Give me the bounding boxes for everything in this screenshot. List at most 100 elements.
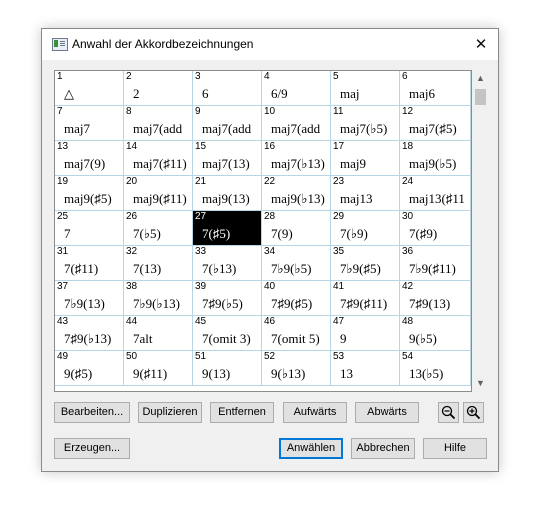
- chord-number: 41: [333, 281, 345, 292]
- chord-cell[interactable]: 1 △: [55, 71, 124, 106]
- chord-symbol: maj7(♭13): [271, 156, 325, 171]
- chord-number: 14: [126, 141, 138, 152]
- chord-symbol: maj7(13): [202, 156, 250, 171]
- chord-cell[interactable]: 28 7(9): [262, 211, 331, 246]
- chord-number: 28: [264, 211, 276, 222]
- chord-symbol: 7♭9(♯5): [340, 261, 381, 276]
- scroll-thumb[interactable]: [475, 89, 486, 105]
- chord-cell[interactable]: 9 maj7(add: [193, 106, 262, 141]
- chord-cell[interactable]: 17 maj9: [331, 141, 400, 176]
- chord-cell[interactable]: 14 maj7(♯11): [124, 141, 193, 176]
- chord-symbol: 7alt: [133, 331, 153, 346]
- chord-symbol: maj7(9): [64, 156, 106, 171]
- generate-button[interactable]: Erzeugen...: [54, 438, 130, 459]
- title-bar[interactable]: Anwahl der Akkordbezeichnungen ✕: [42, 29, 498, 60]
- chord-names-dialog: Anwahl der Akkordbezeichnungen ✕ 1 △ 2 2 3 6 4…: [41, 28, 499, 472]
- chord-symbol: 7♯9(♯11): [340, 296, 388, 311]
- chord-cell[interactable]: 22 maj9(♭13): [262, 176, 331, 211]
- chord-cell[interactable]: 33 7(♭13): [193, 246, 262, 281]
- scroll-down-icon[interactable]: ▼: [472, 375, 489, 392]
- chord-cell[interactable]: 34 7♭9(♭5): [262, 246, 331, 281]
- chord-cell[interactable]: 22: [124, 71, 193, 106]
- chord-number: 48: [402, 316, 414, 327]
- chord-symbol: maj13(♯11: [409, 191, 465, 206]
- chord-cell[interactable]: 24 maj13(♯11: [400, 176, 471, 211]
- chord-cell[interactable]: 39 7♯9(♭5): [193, 281, 262, 316]
- chord-cell[interactable]: 36 7♭9(♯11): [400, 246, 471, 281]
- zoom-in-button[interactable]: [463, 402, 484, 423]
- chord-cell[interactable]: 32 7(13): [124, 246, 193, 281]
- chord-cell[interactable]: 10 maj7(add: [262, 106, 331, 141]
- chord-cell[interactable]: 49 9(♯5): [55, 351, 124, 386]
- chord-cell[interactable]: 45 7(omit 3): [193, 316, 262, 351]
- chord-number: 33: [195, 246, 207, 257]
- chord-cell[interactable]: 8 maj7(add: [124, 106, 193, 141]
- chord-cell[interactable]: 13 maj7(9): [55, 141, 124, 176]
- chord-cell[interactable]: 30 7(♯9): [400, 211, 471, 246]
- chord-cell[interactable]: 5 maj: [331, 71, 400, 106]
- chord-cell[interactable]: 40 7♯9(♯5): [262, 281, 331, 316]
- chord-cell[interactable]: 27 7(♯5): [193, 211, 262, 246]
- chord-cell[interactable]: 29 7(♭9): [331, 211, 400, 246]
- select-button[interactable]: Anwählen: [279, 438, 343, 459]
- cancel-button[interactable]: Abbrechen: [351, 438, 415, 459]
- chord-number: 29: [333, 211, 345, 222]
- chord-cell[interactable]: 26 7(♭5): [124, 211, 193, 246]
- chord-cell[interactable]: 4 6/9: [262, 71, 331, 106]
- chord-cell[interactable]: 52 9(♭13): [262, 351, 331, 386]
- chord-cell[interactable]: 54 13(♭5): [400, 351, 471, 386]
- move-up-button[interactable]: Aufwärts: [283, 402, 347, 423]
- chord-symbol: 7(♯9): [409, 226, 438, 241]
- close-icon[interactable]: ✕: [464, 29, 498, 60]
- chord-cell[interactable]: 37 7♭9(13): [55, 281, 124, 316]
- chord-cell[interactable]: 51 9(13): [193, 351, 262, 386]
- chord-cell[interactable]: 53 13: [331, 351, 400, 386]
- chord-symbol: 7(♭5): [133, 226, 161, 241]
- help-button[interactable]: Hilfe: [423, 438, 487, 459]
- chord-cell[interactable]: 46 7(omit 5): [262, 316, 331, 351]
- chord-cell[interactable]: 35 7♭9(♯5): [331, 246, 400, 281]
- chord-cell[interactable]: 44 7alt: [124, 316, 193, 351]
- chord-cell[interactable]: 25 7: [55, 211, 124, 246]
- chord-symbol: maj9(♭5): [409, 156, 457, 171]
- chord-symbol: 2: [133, 86, 140, 101]
- chord-symbol: 7(♭13): [202, 261, 237, 276]
- edit-button[interactable]: Bearbeiten...: [54, 402, 130, 423]
- chord-number: 49: [57, 351, 69, 362]
- chord-symbol: maj6: [409, 86, 435, 101]
- vertical-scrollbar[interactable]: ▲ ▼: [472, 70, 489, 392]
- chord-cell[interactable]: 20 maj9(♯11): [124, 176, 193, 211]
- chord-cell[interactable]: 21 maj9(13): [193, 176, 262, 211]
- chord-cell[interactable]: 31 7(♯11): [55, 246, 124, 281]
- chord-symbol: 7♯9(♭5): [202, 296, 243, 311]
- scroll-up-icon[interactable]: ▲: [472, 70, 489, 87]
- chord-cell[interactable]: 42 7♯9(13): [400, 281, 471, 316]
- chord-symbol: maj9(♯11): [133, 191, 187, 206]
- chord-cell[interactable]: 18 maj9(♭5): [400, 141, 471, 176]
- chord-symbol: 6: [202, 86, 209, 101]
- chord-number: 6: [402, 71, 408, 82]
- chord-cell[interactable]: 47 9: [331, 316, 400, 351]
- remove-button[interactable]: Entfernen: [210, 402, 274, 423]
- zoom-out-button[interactable]: [438, 402, 459, 423]
- chord-symbol: maj9(♭13): [271, 191, 325, 206]
- chord-symbol: 7(13): [133, 261, 162, 276]
- chord-cell[interactable]: 12 maj7(♯5): [400, 106, 471, 141]
- chord-cell[interactable]: 41 7♯9(♯11): [331, 281, 400, 316]
- chord-cell[interactable]: 15 maj7(13): [193, 141, 262, 176]
- chord-cell[interactable]: 11 maj7(♭5): [331, 106, 400, 141]
- chord-cell[interactable]: 43 7♯9(♭13): [55, 316, 124, 351]
- chord-cell[interactable]: 19 maj9(♯5): [55, 176, 124, 211]
- chord-cell[interactable]: 16 maj7(♭13): [262, 141, 331, 176]
- chord-symbol: 9: [340, 331, 347, 346]
- chord-cell[interactable]: 6 maj6: [400, 71, 471, 106]
- chord-cell[interactable]: 48 9(♭5): [400, 316, 471, 351]
- chord-cell[interactable]: 36: [193, 71, 262, 106]
- chord-cell[interactable]: 38 7♭9(♭13): [124, 281, 193, 316]
- chord-cell[interactable]: 7 maj7: [55, 106, 124, 141]
- duplicate-button[interactable]: Duplizieren: [138, 402, 202, 423]
- chord-symbol: 7♭9(13): [64, 296, 105, 311]
- chord-cell[interactable]: 23 maj13: [331, 176, 400, 211]
- move-down-button[interactable]: Abwärts: [355, 402, 419, 423]
- chord-cell[interactable]: 50 9(♯11): [124, 351, 193, 386]
